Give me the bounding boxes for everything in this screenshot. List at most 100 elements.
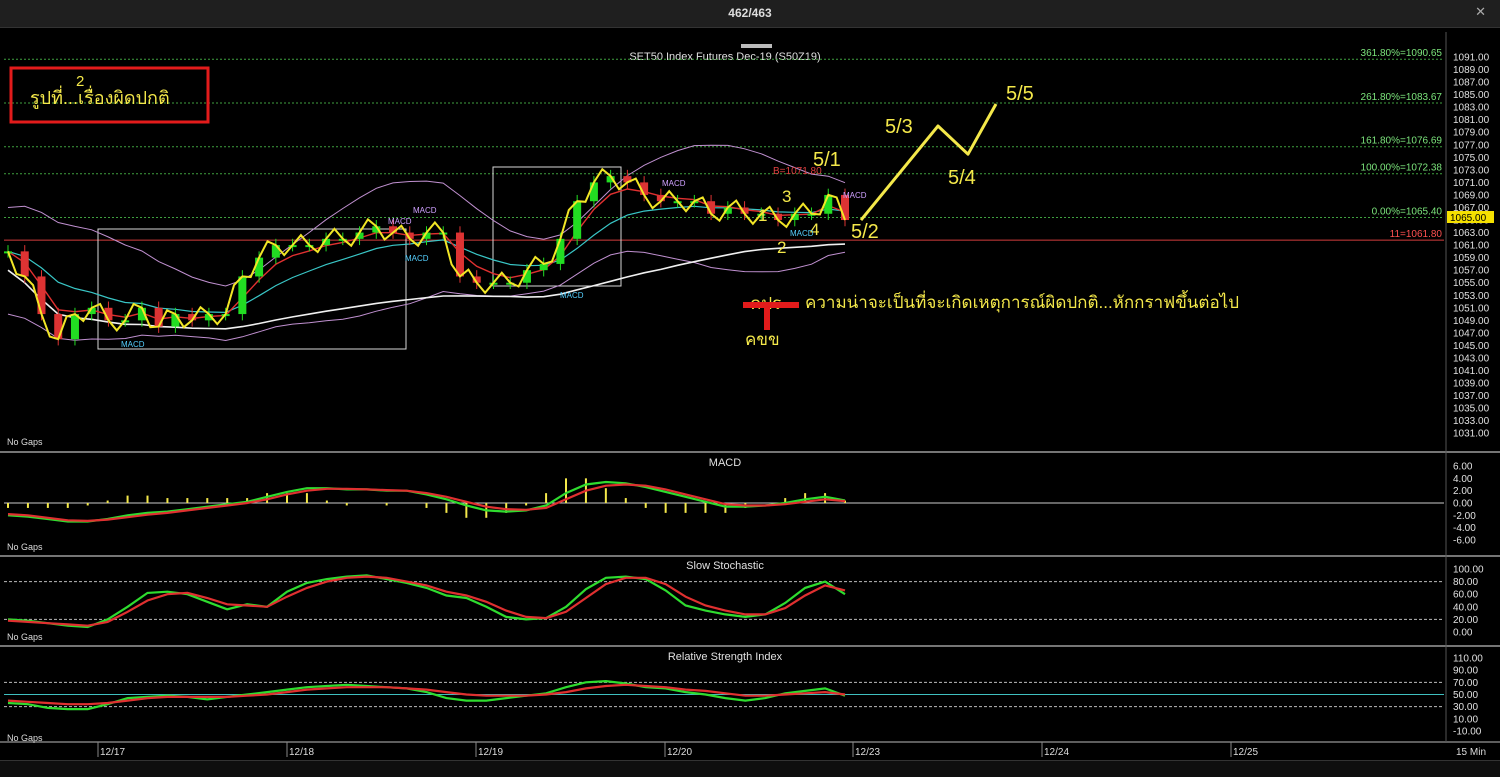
y-tick-label: 1073.00 (1453, 165, 1490, 176)
x-tick-label: 12/18 (289, 747, 314, 758)
y-tick-label: 2.00 (1453, 486, 1473, 497)
y-tick-label: -10.00 (1453, 727, 1482, 738)
main-y-axis: 1091.001089.00 1087.001085.00 1083.001081.… (1453, 53, 1490, 440)
last-price-value: 1065.00 (1450, 213, 1487, 224)
x-axis: 12/17 12/18 12/19 12/20 12/23 12/24 12/25 (97, 742, 1258, 758)
rsi-panel: 110.0090.0070.0050.0030.0010.00 -10.00 (4, 654, 1483, 738)
y-tick-label: 40.00 (1453, 602, 1478, 613)
y-tick-label: 1085.00 (1453, 90, 1490, 101)
chart-canvas[interactable]: SET50 Index Futures Dec-19 (S50Z19) 361.… (0, 0, 1500, 776)
y-tick-label: 10.00 (1453, 714, 1478, 725)
x-tick-label: 12/24 (1044, 747, 1069, 758)
y-tick-label: 6.00 (1453, 462, 1473, 473)
macd-markers: MACD MACD MACD MACD MACD MACD MACD MACD (121, 179, 867, 349)
fib-label: 100.00%=1072.38 (1361, 163, 1443, 174)
y-tick-label: -4.00 (1453, 523, 1476, 534)
wave-label-3: 3 (782, 187, 791, 206)
y-tick-label: 1075.00 (1453, 153, 1490, 164)
y-tick-label: 1043.00 (1453, 353, 1490, 364)
y-tick-label: -6.00 (1453, 536, 1476, 547)
y-tick-label: 1069.00 (1453, 190, 1490, 201)
stop-label: 11=1061.80 (1390, 229, 1443, 240)
wave-label-5-5: 5/5 (1006, 83, 1034, 105)
y-tick-label: 50.00 (1453, 690, 1478, 701)
y-tick-label: 110.00 (1453, 654, 1483, 665)
macd-marker: MACD (560, 291, 584, 300)
y-tick-label: 0.00 (1453, 499, 1473, 510)
bollinger-lower (7, 250, 846, 342)
y-tick-label: 1049.00 (1453, 316, 1490, 327)
stoch-panel-title: Slow Stochastic (686, 560, 764, 572)
price-plot (4, 144, 849, 346)
y-tick-label: 1051.00 (1453, 303, 1490, 314)
y-tick-label: 1061.00 (1453, 241, 1490, 252)
y-tick-label: 1045.00 (1453, 341, 1490, 352)
y-tick-label: 1087.00 (1453, 78, 1490, 89)
y-tick-label: 1059.00 (1453, 253, 1490, 264)
y-tick-label: 1047.00 (1453, 328, 1490, 339)
y-tick-label: 1057.00 (1453, 266, 1490, 277)
macd-marker: MACD (843, 191, 867, 200)
annotation-text: ความน่าจะเป็นที่จะเกิดเหตุการณ์ผิดปกติ..… (805, 290, 1239, 313)
candle-body (455, 232, 464, 277)
y-tick-label: 1035.00 (1453, 404, 1490, 415)
x-tick-label: 12/23 (855, 747, 880, 758)
y-tick-label: 1077.00 (1453, 140, 1490, 151)
macd-no-gaps: No Gaps (7, 542, 43, 552)
fib-label: 161.80%=1076.69 (1361, 136, 1443, 147)
y-tick-label: 1079.00 (1453, 128, 1490, 139)
signal-line (7, 575, 846, 627)
chart-scroll-handle[interactable] (741, 44, 772, 48)
y-tick-label: 1055.00 (1453, 278, 1490, 289)
candle-body (573, 201, 582, 239)
candle-body (824, 194, 833, 214)
wave-label-5-1: 5/1 (813, 149, 841, 171)
candle-body (154, 307, 163, 327)
y-tick-label: 90.00 (1453, 666, 1478, 677)
figure-label-text: รูปที่...เรื่องผิดปกติ (30, 85, 170, 109)
y-tick-label: 60.00 (1453, 590, 1478, 601)
candle-body (238, 276, 247, 315)
main-chart-title: SET50 Index Futures Dec-19 (S50Z19) (629, 51, 820, 63)
wave-label-5-3: 5/3 (885, 116, 913, 138)
y-tick-label: 1091.00 (1453, 53, 1490, 64)
panel-frames (0, 32, 1500, 743)
stop-caption: คขข (745, 330, 780, 349)
y-tick-label: 1053.00 (1453, 291, 1490, 302)
main-no-gaps: No Gaps (7, 437, 43, 447)
y-tick-label: 1039.00 (1453, 379, 1490, 390)
y-tick-label: 1063.00 (1453, 228, 1490, 239)
stoch-panel: 100.0080.00 60.0040.00 20.00 0.00 (4, 565, 1484, 639)
wave-label-5-4: 5/4 (948, 167, 976, 189)
y-tick-label: 1033.00 (1453, 416, 1490, 427)
x-tick-label: 12/17 (100, 747, 125, 758)
macd-marker: MACD (121, 340, 145, 349)
stop-marker (743, 302, 799, 330)
fib-label: 261.80%=1083.67 (1361, 92, 1443, 103)
x-tick-label: 12/20 (667, 747, 692, 758)
macd-marker: MACD (413, 206, 437, 215)
y-tick-label: 0.00 (1453, 628, 1473, 639)
y-tick-label: 1037.00 (1453, 391, 1490, 402)
macd-panel: 6.004.002.00 0.00-2.00-4.00 -6.00 (4, 462, 1476, 547)
fib-label: 361.80%=1090.65 (1361, 48, 1443, 59)
oscillator-line (7, 679, 846, 711)
y-tick-label: 4.00 (1453, 474, 1473, 485)
x-tick-label: 12/19 (478, 747, 503, 758)
status-bar (0, 760, 1500, 777)
bollinger-upper (7, 144, 846, 287)
candle-body (54, 314, 63, 340)
macd-marker: MACD (662, 179, 686, 188)
y-tick-label: -2.00 (1453, 511, 1476, 522)
candle-body (556, 238, 565, 264)
wave-label-2: 2 (777, 238, 786, 257)
y-tick-label: 30.00 (1453, 702, 1478, 713)
y-tick-label: 1083.00 (1453, 103, 1490, 114)
macd-panel-title: MACD (709, 457, 741, 469)
y-tick-label: 80.00 (1453, 577, 1478, 588)
candle-body (70, 314, 79, 340)
y-tick-label: 1031.00 (1453, 429, 1490, 440)
y-tick-label: 20.00 (1453, 615, 1478, 626)
x-tick-label: 12/25 (1233, 747, 1258, 758)
y-tick-label: 100.00 (1453, 565, 1484, 576)
